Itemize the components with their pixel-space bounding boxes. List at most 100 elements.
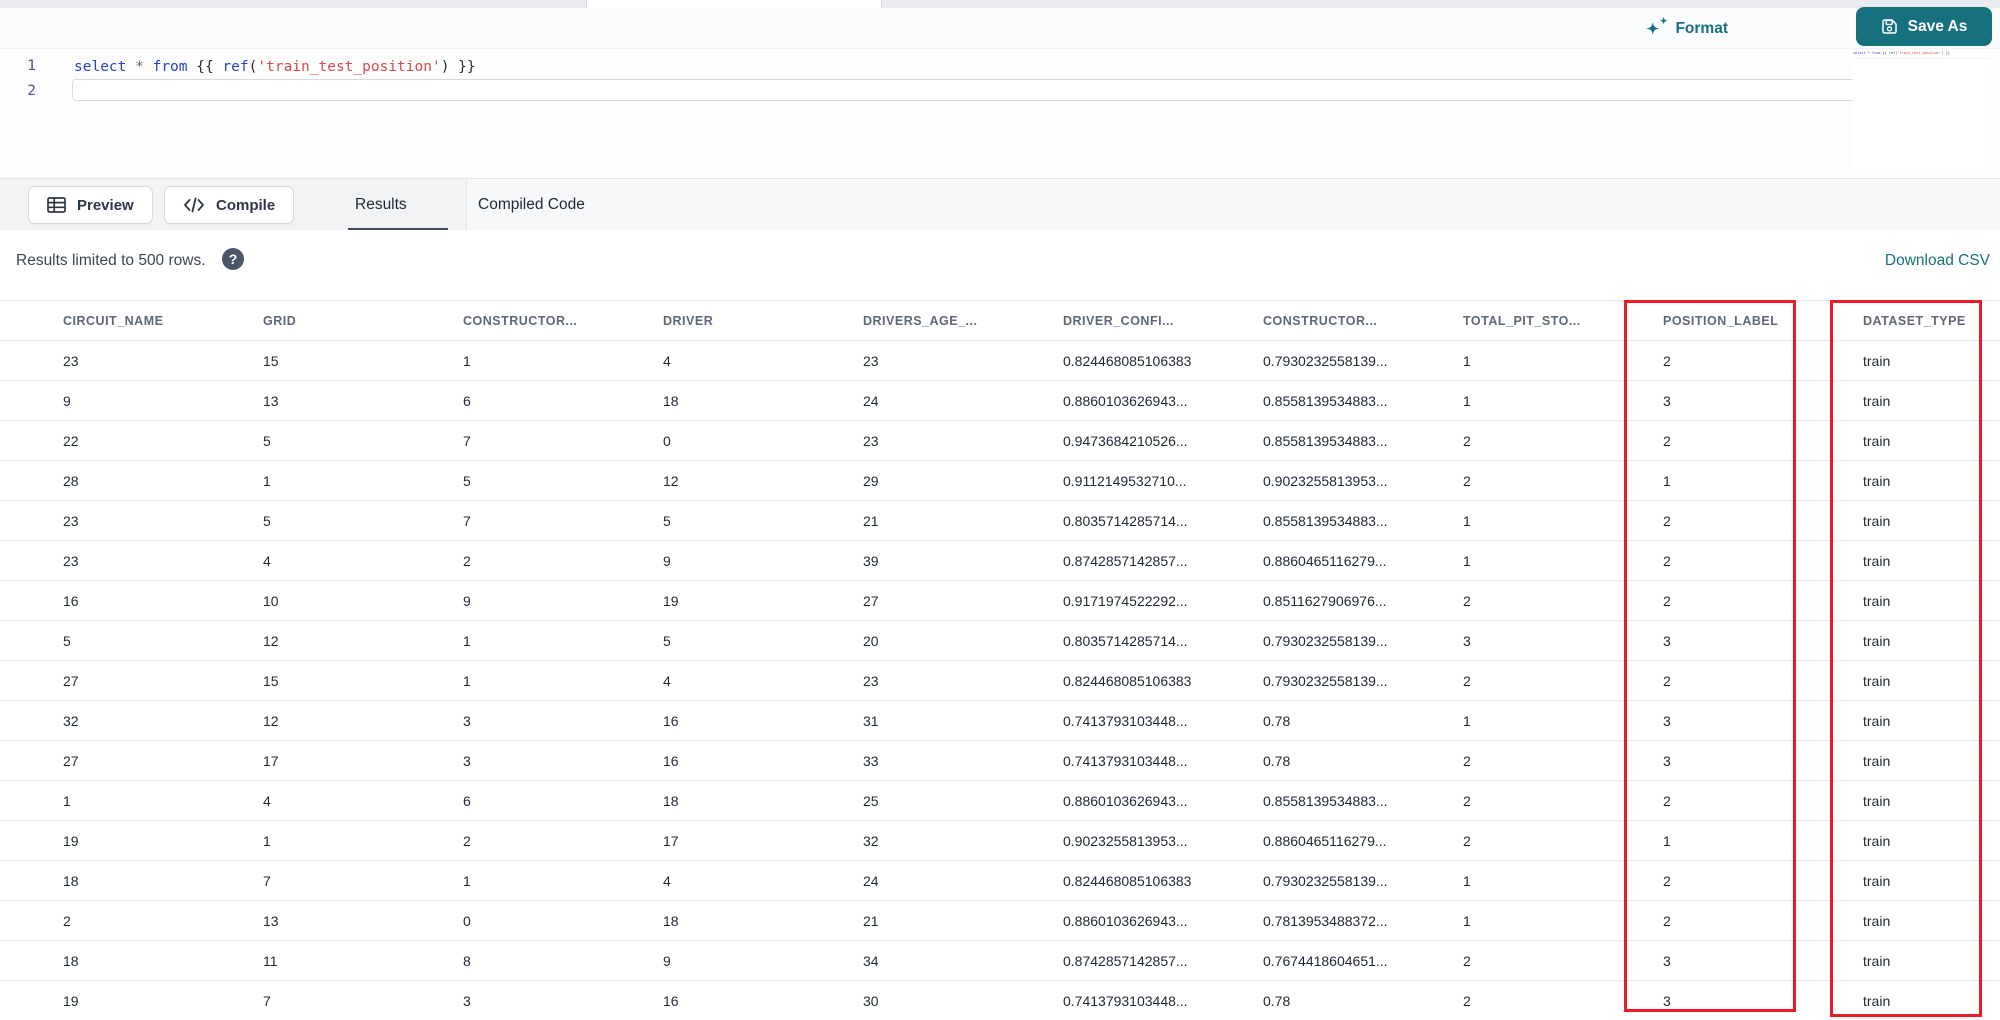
code-token: ref: [222, 59, 249, 75]
table-cell: 23: [0, 540, 200, 581]
table-cell: 1: [200, 460, 400, 501]
code-icon: [183, 197, 205, 213]
table-row: 19 7 3 16 30 0.7413793103448... 0.78 2 3 train: [0, 980, 2000, 1020]
code-token: *: [135, 59, 144, 75]
table-cell: 21: [800, 900, 1000, 941]
tab-compiled-code[interactable]: Compiled Code: [478, 179, 585, 231]
code-token: 'train_test_position': [257, 59, 441, 75]
table-cell: 2: [1400, 740, 1600, 781]
table-cell: 0.9171974522292...: [1000, 580, 1200, 621]
table-cell: 0.8742857142857...: [1000, 540, 1200, 581]
table-cell: train: [1800, 860, 2000, 901]
table-row: 27 17 3 16 33 0.7413793103448... 0.78 2 3 train: [0, 740, 2000, 781]
table-cell: 12: [600, 460, 800, 501]
tab-results[interactable]: Results: [355, 179, 407, 231]
table-row: 23 5 7 5 21 0.8035714285714... 0.8558139534883…: [0, 500, 2000, 541]
table-cell: 0.8860465116279...: [1200, 820, 1400, 861]
active-file-tab[interactable]: [586, 0, 882, 8]
dbt-ide-screen: ✦ ✦ Format Save As 1 2 select * from {{…: [0, 0, 2000, 1020]
table-cell: 2: [1400, 820, 1600, 861]
tab-compiled-code-label: Compiled Code: [478, 196, 585, 213]
table-row: 1 4 6 18 25 0.8860103626943... 0.8558139534883…: [0, 780, 2000, 821]
table-cell: 0.8558139534883...: [1200, 380, 1400, 421]
table-cell: 2: [0, 900, 200, 941]
table-cell: 0.9023255813953...: [1200, 460, 1400, 501]
column-header: CIRCUIT_NAME: [0, 300, 200, 341]
table-cell: 27: [0, 740, 200, 781]
column-header: DRIVER: [600, 300, 800, 341]
code-line-1[interactable]: select * from {{ ref('train_test_positio…: [74, 56, 476, 78]
help-icon[interactable]: ?: [222, 248, 244, 270]
table-cell: 4: [600, 660, 800, 701]
download-csv-link[interactable]: Download CSV: [1885, 252, 1990, 270]
table-row: 23 15 1 4 23 0.824468085106383 0.7930232558139…: [0, 340, 2000, 381]
table-cell: 0.7674418604651...: [1200, 940, 1400, 981]
line-number: 1: [27, 58, 36, 74]
column-header: CONSTRUCTOR...: [1200, 300, 1400, 341]
table-cell: 0.7413793103448...: [1000, 740, 1200, 781]
preview-button[interactable]: Preview: [28, 186, 153, 224]
table-cell: 2: [1600, 420, 1800, 461]
compile-button[interactable]: Compile: [164, 186, 295, 224]
save-as-label: Save As: [1907, 17, 1968, 35]
column-header: CONSTRUCTOR...: [400, 300, 600, 341]
table-cell: 16: [600, 740, 800, 781]
preview-label: Preview: [77, 196, 134, 214]
table-cell: 1: [1400, 380, 1600, 421]
table-cell: 0.824468085106383: [1000, 660, 1200, 701]
code-token: from: [152, 59, 188, 75]
table-cell: 2: [1400, 940, 1600, 981]
table-cell: train: [1800, 900, 2000, 941]
table-cell: 1: [1400, 540, 1600, 581]
table-row: 9 13 6 18 24 0.8860103626943... 0.855813953488…: [0, 380, 2000, 421]
table-cell: train: [1800, 420, 2000, 461]
table-row: 32 12 3 16 31 0.7413793103448... 0.78 1 3 train: [0, 700, 2000, 741]
table-cell: 9: [600, 540, 800, 581]
table-cell: 5: [200, 420, 400, 461]
table-cell: 32: [800, 820, 1000, 861]
table-cell: 1: [400, 620, 600, 661]
table-cell: 5: [600, 500, 800, 541]
editor-minimap[interactable]: select * from {{ ref('train_test_positio…: [1853, 50, 1990, 174]
table-cell: 2: [1400, 660, 1600, 701]
editor-active-line[interactable]: [72, 79, 1962, 101]
table-cell: 9: [400, 580, 600, 621]
table-cell: 4: [200, 540, 400, 581]
table-cell: 8: [400, 940, 600, 981]
table-cell: 2: [1400, 580, 1600, 621]
format-label: Format: [1675, 20, 1728, 37]
column-header: TOTAL_PIT_STO...: [1400, 300, 1600, 341]
line-number: 2: [27, 83, 36, 99]
save-as-button[interactable]: Save As: [1856, 7, 1992, 46]
table-cell: 2: [1400, 780, 1600, 821]
table-cell: 32: [0, 700, 200, 741]
table-cell: 1: [1600, 460, 1800, 501]
table-cell: 11: [200, 940, 400, 981]
table-cell: 18: [600, 780, 800, 821]
table-cell: 3: [400, 740, 600, 781]
table-cell: 27: [0, 660, 200, 701]
column-header: POSITION_LABEL: [1600, 300, 1800, 341]
table-cell: train: [1800, 340, 2000, 381]
table-cell: 0.824468085106383: [1000, 340, 1200, 381]
table-cell: 1: [1400, 340, 1600, 381]
table-cell: 3: [1600, 940, 1800, 981]
table-cell: 1: [1600, 820, 1800, 861]
results-toolbar: Preview Compile Results Compiled Code: [0, 178, 2000, 231]
table-cell: 2: [400, 540, 600, 581]
table-cell: 7: [400, 500, 600, 541]
table-cell: 0.7930232558139...: [1200, 340, 1400, 381]
table-cell: 23: [800, 660, 1000, 701]
table-cell: 16: [600, 700, 800, 741]
table-cell: 4: [600, 340, 800, 381]
table-cell: 19: [0, 820, 200, 861]
tab-results-label: Results: [355, 196, 407, 213]
table-cell: 2: [1600, 340, 1800, 381]
results-table: CIRCUIT_NAME GRID CONSTRUCTOR... DRIVER DRIV…: [0, 300, 2000, 1020]
format-button[interactable]: ✦ ✦ Format: [1646, 14, 1728, 44]
table-row: 2 13 0 18 21 0.8860103626943... 0.781395348837…: [0, 900, 2000, 941]
table-cell: 6: [400, 780, 600, 821]
table-row: 28 1 5 12 29 0.9112149532710... 0.902325581395…: [0, 460, 2000, 501]
table-cell: 0.7930232558139...: [1200, 860, 1400, 901]
